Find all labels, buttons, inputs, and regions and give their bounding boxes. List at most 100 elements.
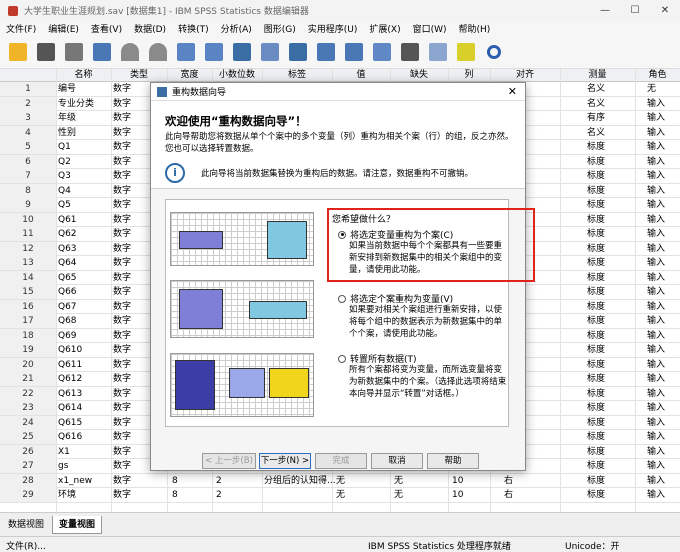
width-cell[interactable]: 8 [172,488,178,502]
menu-analyze[interactable]: 分析(A) [215,22,258,35]
measure-cell[interactable]: 标度 [585,358,635,372]
col-header-measure[interactable]: 测量 [560,69,635,82]
dialog-close-icon[interactable]: ✕ [508,85,517,98]
values-cell[interactable]: 无 [336,474,345,488]
variable-name-cell[interactable]: Q62 [56,227,111,241]
columns-cell[interactable]: 10 [452,488,463,502]
col-header-width[interactable]: 宽度 [167,69,212,82]
measure-cell[interactable]: 标度 [585,459,635,473]
role-cell[interactable]: 输入 [645,213,680,227]
missing-cell[interactable]: 无 [394,488,403,502]
insert-case-icon[interactable] [314,40,338,64]
menu-extensions[interactable]: 扩展(X) [363,22,406,35]
role-cell[interactable]: 输入 [645,184,680,198]
role-cell[interactable]: 输入 [645,111,680,125]
menu-data[interactable]: 数据(D) [128,22,172,35]
measure-cell[interactable]: 标度 [585,242,635,256]
missing-cell[interactable]: 无 [394,474,403,488]
radio-cases-to-vars[interactable] [338,294,346,303]
redo-icon[interactable] [146,40,170,64]
variable-name-cell[interactable]: 环境 [56,488,111,502]
role-cell[interactable]: 输入 [645,198,680,212]
close-button[interactable]: ✕ [650,0,680,21]
variable-name-cell[interactable]: 年级 [56,111,111,125]
role-cell[interactable]: 输入 [645,343,680,357]
measure-cell[interactable]: 有序 [585,111,635,125]
role-cell[interactable]: 输入 [645,227,680,241]
select-cases-icon[interactable] [426,40,450,64]
weight-cases-icon[interactable] [398,40,422,64]
width-cell[interactable]: 8 [172,474,178,488]
measure-cell[interactable]: 名义 [585,97,635,111]
variable-name-cell[interactable]: Q613 [56,387,111,401]
role-cell[interactable]: 输入 [645,169,680,183]
role-cell[interactable]: 输入 [645,416,680,430]
col-header-label[interactable]: 标签 [262,69,332,82]
variable-type-cell[interactable]: 数字 [111,474,167,488]
table-row[interactable]: 28 x1_new 数字 标度 输入 8 2 分组后的认知得... 无无 10 右 [0,473,680,488]
role-cell[interactable]: 输入 [645,459,680,473]
goto-variable-icon[interactable] [202,40,226,64]
measure-cell[interactable]: 标度 [585,445,635,459]
variable-name-cell[interactable]: Q63 [56,242,111,256]
role-cell[interactable]: 输入 [645,314,680,328]
variable-name-cell[interactable]: Q3 [56,169,111,183]
align-cell[interactable]: 右 [504,488,513,502]
measure-cell[interactable]: 标度 [585,184,635,198]
label-cell[interactable]: 分组后的认知得... [264,474,336,488]
radio-transpose[interactable] [338,354,346,363]
menu-edit[interactable]: 编辑(E) [42,22,85,35]
menu-file[interactable]: 文件(F) [0,22,42,35]
measure-cell[interactable]: 标度 [585,329,635,343]
maximize-button[interactable]: ☐ [620,0,650,21]
table-row[interactable]: 29 环境 数字 标度 输入 8 2 无 无 10 右 [0,488,680,503]
back-button[interactable]: < 上一步(B) [202,453,256,469]
variable-name-cell[interactable]: Q65 [56,271,111,285]
print-icon[interactable] [62,40,86,64]
tab-data-view[interactable]: 数据视图 [2,516,50,534]
cancel-button[interactable]: 取消 [371,453,423,469]
next-button[interactable]: 下一步(N) > [259,453,311,469]
col-header-missing[interactable]: 缺失 [390,69,448,82]
measure-cell[interactable]: 标度 [585,372,635,386]
search-icon[interactable] [482,40,506,64]
variable-name-cell[interactable]: Q612 [56,372,111,386]
role-cell[interactable]: 输入 [645,358,680,372]
variables-icon[interactable] [230,40,254,64]
variable-name-cell[interactable]: Q61 [56,213,111,227]
save-icon[interactable] [34,40,58,64]
variable-name-cell[interactable]: gs [56,459,111,473]
undo-icon[interactable] [118,40,142,64]
variable-name-cell[interactable]: Q4 [56,184,111,198]
menu-transform[interactable]: 转换(T) [172,22,215,35]
role-cell[interactable]: 输入 [645,329,680,343]
menu-help[interactable]: 帮助(H) [453,22,497,35]
role-cell[interactable]: 输入 [645,445,680,459]
variable-name-cell[interactable]: Q616 [56,430,111,444]
find-icon[interactable] [286,40,310,64]
variable-name-cell[interactable]: Q610 [56,343,111,357]
measure-cell[interactable]: 标度 [585,285,635,299]
columns-cell[interactable]: 10 [452,474,463,488]
measure-cell[interactable]: 标度 [585,256,635,270]
tab-variable-view[interactable]: 变量视图 [52,516,103,534]
col-header-name[interactable]: 名称 [56,69,111,82]
role-cell[interactable]: 输入 [645,488,680,502]
variable-name-cell[interactable]: 编号 [56,82,111,96]
help-button[interactable]: 帮助 [427,453,479,469]
role-cell[interactable]: 输入 [645,300,680,314]
menu-graphs[interactable]: 图形(G) [258,22,302,35]
role-cell[interactable]: 输入 [645,126,680,140]
measure-cell[interactable]: 标度 [585,416,635,430]
align-cell[interactable]: 右 [504,474,513,488]
measure-cell[interactable]: 标度 [585,198,635,212]
values-cell[interactable]: 无 [336,488,345,502]
variable-name-cell[interactable]: Q615 [56,416,111,430]
open-folder-icon[interactable] [6,40,30,64]
variable-name-cell[interactable]: Q1 [56,140,111,154]
measure-cell[interactable]: 标度 [585,488,635,502]
decimals-cell[interactable]: 2 [216,488,222,502]
variable-name-cell[interactable]: X1 [56,445,111,459]
variable-name-cell[interactable]: 专业分类 [56,97,111,111]
role-cell[interactable]: 输入 [645,430,680,444]
